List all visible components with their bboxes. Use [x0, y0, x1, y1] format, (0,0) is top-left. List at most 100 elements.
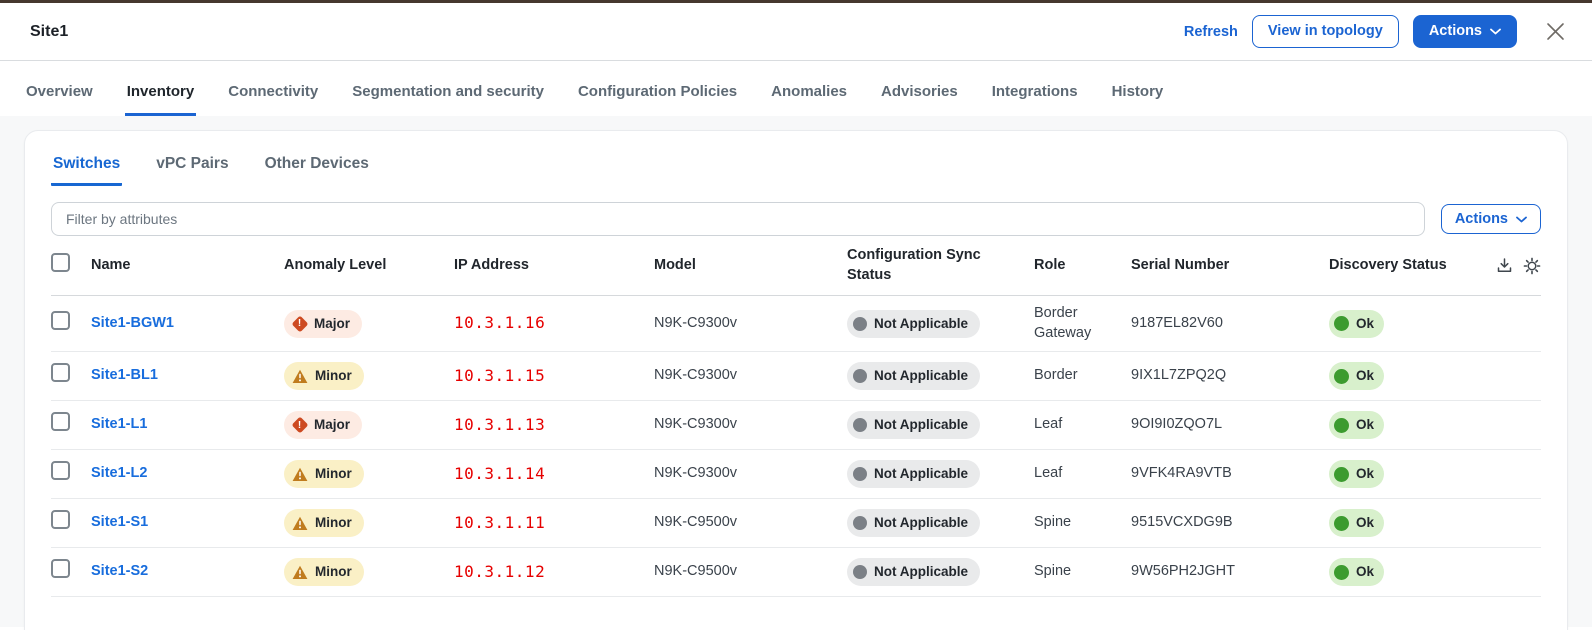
row-checkbox[interactable]	[51, 510, 70, 529]
tab-connectivity[interactable]: Connectivity	[226, 61, 320, 116]
device-name-link[interactable]: Site1-BL1	[91, 367, 158, 383]
serial-number-value: 9VFK4RA9VTB	[1131, 465, 1232, 481]
page-body: Switches vPC Pairs Other Devices Actions…	[0, 116, 1592, 627]
discovery-status-badge: Ok	[1329, 558, 1384, 586]
row-checkbox[interactable]	[51, 461, 70, 480]
row-checkbox[interactable]	[51, 412, 70, 431]
not-applicable-dot-icon	[853, 317, 867, 331]
anomaly-level-label: Minor	[315, 367, 352, 385]
config-sync-status-badge: Not Applicable	[847, 310, 980, 338]
gear-icon[interactable]	[1523, 257, 1541, 275]
tab-bar: Overview Inventory Connectivity Segmenta…	[0, 61, 1592, 116]
ok-dot-icon	[1334, 418, 1349, 433]
anomaly-badge: Major	[284, 310, 362, 338]
table-body: Site1-BGW1 Major 10.3.1.16 N9K-C9300v No…	[51, 296, 1541, 597]
anomaly-level-label: Minor	[315, 563, 352, 581]
col-header-model[interactable]: Model	[654, 256, 847, 276]
config-sync-status-badge: Not Applicable	[847, 558, 980, 586]
not-applicable-dot-icon	[853, 565, 867, 579]
chevron-down-icon	[1516, 216, 1527, 223]
discovery-status-label: Ok	[1356, 416, 1374, 434]
not-applicable-dot-icon	[853, 369, 867, 383]
ip-address: 10.3.1.11	[454, 513, 545, 532]
row-checkbox[interactable]	[51, 559, 70, 578]
anomaly-badge: Minor	[284, 509, 364, 537]
table-header-row: Name Anomaly Level IP Address Model Conf…	[51, 236, 1541, 296]
subtab-other-devices[interactable]: Other Devices	[263, 149, 371, 186]
anomaly-badge: Minor	[284, 362, 364, 390]
anomaly-badge: Major	[284, 411, 362, 439]
col-header-role[interactable]: Role	[1034, 256, 1131, 276]
row-checkbox[interactable]	[51, 311, 70, 330]
refresh-link[interactable]: Refresh	[1184, 24, 1238, 40]
tab-overview[interactable]: Overview	[24, 61, 95, 116]
col-header-serial-number[interactable]: Serial Number	[1131, 256, 1329, 276]
device-name-link[interactable]: Site1-BGW1	[91, 315, 174, 331]
table-row: Site1-L1 Major 10.3.1.13 N9K-C9300v Not …	[51, 401, 1541, 450]
config-sync-status-label: Not Applicable	[874, 563, 968, 581]
major-diamond-icon	[292, 316, 307, 331]
config-sync-status-badge: Not Applicable	[847, 509, 980, 537]
discovery-status-badge: Ok	[1329, 310, 1384, 338]
col-header-ip-address[interactable]: IP Address	[454, 256, 654, 276]
role-value: Spine	[1034, 514, 1071, 530]
download-icon[interactable]	[1496, 257, 1513, 274]
discovery-status-badge: Ok	[1329, 411, 1384, 439]
select-all-checkbox[interactable]	[51, 253, 70, 272]
serial-number-value: 9W56PH2JGHT	[1131, 563, 1235, 579]
col-header-config-sync[interactable]: Configuration Sync Status	[847, 246, 1034, 285]
table-row: Site1-S1 Minor 10.3.1.11 N9K-C9500v Not …	[51, 499, 1541, 548]
config-sync-status-label: Not Applicable	[874, 465, 968, 483]
row-checkbox[interactable]	[51, 363, 70, 382]
table-row: Site1-BGW1 Major 10.3.1.16 N9K-C9300v No…	[51, 296, 1541, 352]
config-sync-status-badge: Not Applicable	[847, 362, 980, 390]
subtab-vpc-pairs[interactable]: vPC Pairs	[154, 149, 230, 186]
tab-configuration-policies[interactable]: Configuration Policies	[576, 61, 739, 116]
filter-row: Actions	[51, 202, 1541, 236]
minor-triangle-icon	[292, 467, 308, 482]
role-value: Border Gateway	[1034, 305, 1091, 341]
ok-dot-icon	[1334, 369, 1349, 384]
table-actions-button[interactable]: Actions	[1441, 204, 1541, 235]
col-header-name[interactable]: Name	[91, 256, 284, 276]
col-header-anomaly-level[interactable]: Anomaly Level	[284, 256, 454, 276]
serial-number-value: 9515VCXDG9B	[1131, 514, 1233, 530]
model-value: N9K-C9300v	[654, 416, 737, 432]
anomaly-level-label: Major	[314, 416, 350, 434]
anomaly-badge: Minor	[284, 558, 364, 586]
tab-anomalies[interactable]: Anomalies	[769, 61, 849, 116]
device-name-link[interactable]: Site1-L1	[91, 416, 147, 432]
discovery-status-label: Ok	[1356, 563, 1374, 581]
tab-segmentation-and-security[interactable]: Segmentation and security	[350, 61, 546, 116]
serial-number-value: 9IX1L7ZPQ2Q	[1131, 367, 1226, 383]
table-actions-label: Actions	[1455, 212, 1508, 227]
ok-dot-icon	[1334, 316, 1349, 331]
device-name-link[interactable]: Site1-S2	[91, 563, 148, 579]
tab-advisories[interactable]: Advisories	[879, 61, 960, 116]
device-name-link[interactable]: Site1-L2	[91, 465, 147, 481]
col-header-discovery-status[interactable]: Discovery Status	[1329, 256, 1459, 276]
config-sync-status-badge: Not Applicable	[847, 411, 980, 439]
table-row: Site1-BL1 Minor 10.3.1.15 N9K-C9300v Not…	[51, 352, 1541, 401]
device-name-link[interactable]: Site1-S1	[91, 514, 148, 530]
close-icon[interactable]	[1545, 21, 1566, 42]
ip-address: 10.3.1.12	[454, 562, 545, 581]
subtab-switches[interactable]: Switches	[51, 149, 122, 186]
ip-address: 10.3.1.13	[454, 415, 545, 434]
tab-history[interactable]: History	[1110, 61, 1166, 116]
major-diamond-icon	[292, 418, 307, 433]
role-value: Leaf	[1034, 465, 1062, 481]
model-value: N9K-C9300v	[654, 367, 737, 383]
anomaly-level-label: Minor	[315, 465, 352, 483]
ip-address: 10.3.1.16	[454, 313, 545, 332]
view-in-topology-button[interactable]: View in topology	[1252, 15, 1399, 48]
tab-inventory[interactable]: Inventory	[125, 61, 197, 116]
config-sync-status-label: Not Applicable	[874, 416, 968, 434]
actions-button[interactable]: Actions	[1413, 15, 1517, 48]
discovery-status-label: Ok	[1356, 315, 1374, 333]
filter-input[interactable]	[51, 202, 1425, 236]
role-value: Leaf	[1034, 416, 1062, 432]
discovery-status-badge: Ok	[1329, 460, 1384, 488]
serial-number-value: 9187EL82V60	[1131, 315, 1223, 331]
tab-integrations[interactable]: Integrations	[990, 61, 1080, 116]
